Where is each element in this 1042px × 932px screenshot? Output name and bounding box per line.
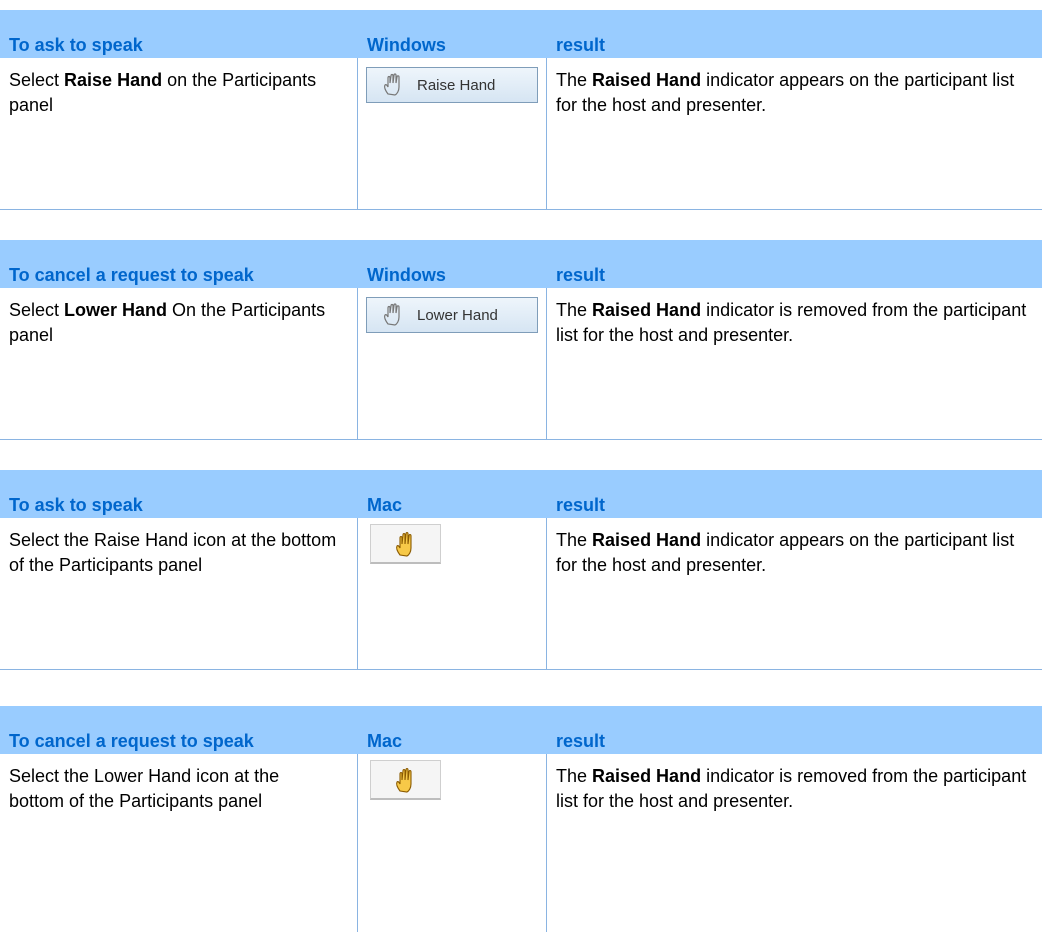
table-cancel-request-mac: To cancel a request to speak Mac result … bbox=[0, 706, 1042, 932]
hand-outline-icon bbox=[384, 73, 400, 96]
column-divider bbox=[357, 518, 358, 670]
action-text: Select Lower Hand On the Participants pa… bbox=[9, 300, 326, 345]
header-platform: Windows bbox=[367, 35, 446, 55]
header-result: result bbox=[556, 265, 606, 285]
table-row: Select the Lower Hand icon at the bottom… bbox=[0, 754, 1042, 932]
header-result: result bbox=[556, 731, 606, 751]
table-row: Select Raise Hand on the Participants pa… bbox=[0, 58, 1042, 210]
row-divider bbox=[0, 439, 1042, 440]
result-text: The Raised Hand indicator appears on the… bbox=[556, 530, 1015, 575]
action-text: Select the Raise Hand icon at the bottom… bbox=[9, 530, 337, 575]
header-action: To ask to speak bbox=[9, 495, 143, 515]
header-action: To ask to speak bbox=[9, 35, 143, 55]
table-ask-to-speak-windows: To ask to speak Windows result Select Ra… bbox=[0, 10, 1042, 210]
row-divider bbox=[0, 209, 1042, 210]
table-row: Select the Raise Hand icon at the bottom… bbox=[0, 518, 1042, 670]
hand-yellow-icon bbox=[395, 767, 412, 793]
row-divider bbox=[0, 669, 1042, 670]
column-divider bbox=[546, 288, 547, 440]
action-text: Select the Lower Hand icon at the bottom… bbox=[9, 766, 280, 811]
header-platform: Mac bbox=[367, 495, 403, 515]
table-cancel-request-windows: To cancel a request to speak Windows res… bbox=[0, 240, 1042, 440]
table-row: Select Lower Hand On the Participants pa… bbox=[0, 288, 1042, 440]
header-result: result bbox=[556, 495, 606, 515]
table-header: To cancel a request to speak Windows res… bbox=[0, 240, 1042, 288]
header-platform: Windows bbox=[367, 265, 446, 285]
hand-yellow-icon bbox=[395, 531, 412, 557]
result-text: The Raised Hand indicator is removed fro… bbox=[556, 766, 1027, 811]
column-divider bbox=[546, 754, 547, 932]
column-divider bbox=[546, 518, 547, 670]
result-text: The Raised Hand indicator is removed fro… bbox=[556, 300, 1027, 345]
table-header: To cancel a request to speak Mac result bbox=[0, 706, 1042, 754]
mac-lower-hand-button[interactable] bbox=[370, 760, 441, 800]
column-divider bbox=[357, 754, 358, 932]
header-platform: Mac bbox=[367, 731, 403, 751]
table-header: To ask to speak Windows result bbox=[0, 10, 1042, 58]
column-divider bbox=[357, 288, 358, 440]
result-text: The Raised Hand indicator appears on the… bbox=[556, 70, 1015, 115]
raise-hand-button-label: Raise Hand bbox=[417, 76, 496, 94]
column-divider bbox=[546, 58, 547, 210]
hand-outline-icon bbox=[384, 303, 400, 326]
header-action: To cancel a request to speak bbox=[9, 731, 254, 751]
header-action: To cancel a request to speak bbox=[9, 265, 254, 285]
column-divider bbox=[357, 58, 358, 210]
table-ask-to-speak-mac: To ask to speak Mac result Select the Ra… bbox=[0, 470, 1042, 670]
action-text: Select Raise Hand on the Participants pa… bbox=[9, 70, 317, 115]
lower-hand-button-label: Lower Hand bbox=[417, 306, 498, 324]
lower-hand-button[interactable]: Lower Hand bbox=[366, 297, 538, 333]
table-header: To ask to speak Mac result bbox=[0, 470, 1042, 518]
mac-raise-hand-button[interactable] bbox=[370, 524, 441, 564]
header-result: result bbox=[556, 35, 606, 55]
raise-hand-button[interactable]: Raise Hand bbox=[366, 67, 538, 103]
